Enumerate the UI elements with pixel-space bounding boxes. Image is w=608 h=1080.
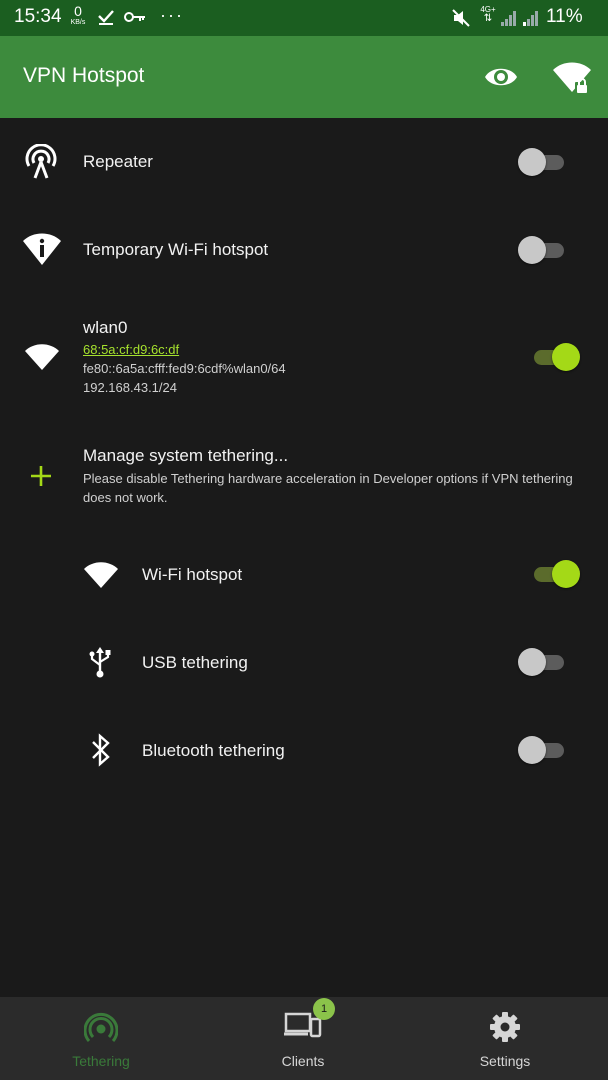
wifi-info-icon xyxy=(23,233,61,265)
battery-level: 11% xyxy=(546,6,583,27)
wifi-icon xyxy=(25,344,59,370)
bluetooth-tethering-row[interactable]: Bluetooth tethering xyxy=(0,707,608,795)
manage-tethering-label: Manage system tethering... xyxy=(83,446,289,465)
nav-clients-label: Clients xyxy=(281,1053,325,1069)
network-type: 4G+ ⇅ xyxy=(477,6,499,24)
nav-settings[interactable]: Settings xyxy=(404,997,606,1080)
data-arrows-icon: ⇅ xyxy=(483,13,493,24)
tethering-nav-icon xyxy=(84,1012,118,1042)
nav-tethering[interactable]: Tethering xyxy=(0,997,202,1080)
signal-icon-2 xyxy=(523,11,538,26)
wifi-icon xyxy=(84,562,118,588)
switch-thumb xyxy=(518,736,546,764)
net-speed-value: 0 xyxy=(74,3,82,19)
usb-tethering-label: USB tethering xyxy=(142,653,248,672)
switch-thumb xyxy=(518,648,546,676)
usb-icon xyxy=(89,647,111,678)
manage-tethering-note: Please disable Tethering hardware accele… xyxy=(83,471,573,505)
repeater-switch[interactable] xyxy=(518,147,568,177)
signal-icon-1 xyxy=(501,11,516,26)
nav-tethering-label: Tethering xyxy=(72,1053,130,1069)
temp-hotspot-switch[interactable] xyxy=(518,235,568,265)
repeater-icon xyxy=(25,144,57,179)
bluetooth-tethering-label: Bluetooth tethering xyxy=(142,741,285,760)
more-notifications-icon: ··· xyxy=(160,5,184,25)
add-icon xyxy=(31,466,51,486)
net-speed: 0 KB/s xyxy=(66,4,90,26)
bluetooth-icon xyxy=(92,733,110,767)
key-icon xyxy=(124,12,145,22)
eye-icon[interactable] xyxy=(482,60,520,94)
wlan0-label: wlan0 xyxy=(83,318,128,337)
bottom-navigation: Tethering 1 Clients Settings xyxy=(0,997,608,1080)
repeater-label: Repeater xyxy=(83,152,153,171)
usb-tethering-switch[interactable] xyxy=(518,647,568,677)
status-bar: 15:34 0 KB/s ··· 4G+ ⇅ 11% xyxy=(0,0,608,36)
net-speed-unit: KB/s xyxy=(70,19,86,26)
manage-tethering-row[interactable]: Manage system tethering... Please disabl… xyxy=(0,436,608,520)
app-title: VPN Hotspot xyxy=(23,64,145,87)
status-time: 15:34 xyxy=(14,6,62,27)
repeater-row[interactable]: Repeater xyxy=(0,118,608,206)
wlan0-ipv6: fe80::6a5a:cfff:fed9:6cdf%wlan0/64 xyxy=(83,361,286,376)
mute-icon xyxy=(452,9,470,27)
usb-tethering-row[interactable]: USB tethering xyxy=(0,619,608,707)
nav-clients[interactable]: 1 Clients xyxy=(202,997,404,1080)
nav-settings-label: Settings xyxy=(479,1053,531,1069)
wlan0-row[interactable]: wlan0 68:5a:cf:d9:6c:df fe80::6a5a:cfff:… xyxy=(0,310,608,420)
temp-hotspot-row[interactable]: Temporary Wi-Fi hotspot xyxy=(0,206,608,294)
switch-thumb xyxy=(518,236,546,264)
check-icon xyxy=(98,10,114,25)
gear-icon xyxy=(490,1012,520,1042)
clients-badge: 1 xyxy=(313,998,335,1020)
wlan0-mac-link[interactable]: 68:5a:cf:d9:6c:df xyxy=(83,340,179,359)
wifi-lock-icon[interactable] xyxy=(551,58,593,98)
bluetooth-tethering-switch[interactable] xyxy=(518,735,568,765)
wlan0-ipv4: 192.168.43.1/24 xyxy=(83,380,177,395)
wifi-hotspot-row[interactable]: Wi-Fi hotspot xyxy=(0,531,608,619)
wifi-hotspot-label: Wi-Fi hotspot xyxy=(142,565,243,584)
temp-hotspot-label: Temporary Wi-Fi hotspot xyxy=(83,240,269,259)
switch-thumb xyxy=(518,148,546,176)
wlan0-switch[interactable] xyxy=(530,342,580,372)
wifi-hotspot-switch[interactable] xyxy=(530,559,580,589)
app-bar: VPN Hotspot xyxy=(0,36,608,118)
switch-thumb xyxy=(552,560,580,588)
switch-thumb xyxy=(552,343,580,371)
